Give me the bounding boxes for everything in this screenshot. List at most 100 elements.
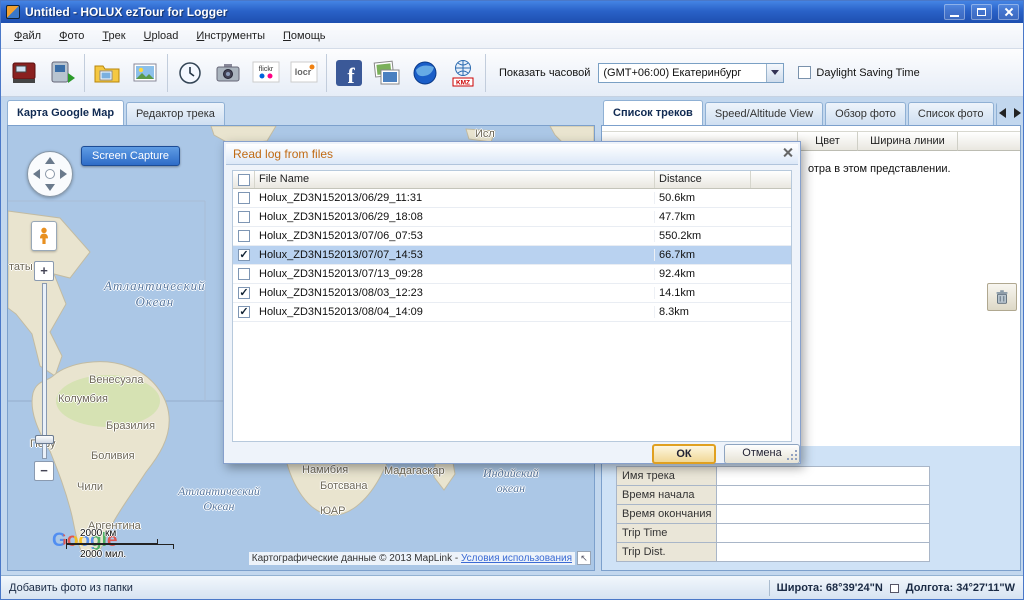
column-header-filler (751, 171, 791, 188)
cancel-button[interactable]: Отмена (724, 444, 800, 464)
info-value (717, 543, 929, 561)
minimize-button[interactable] (944, 4, 965, 20)
locr-icon[interactable]: locr (285, 52, 323, 94)
zoom-slider-handle[interactable] (35, 435, 54, 444)
map-label: Боливия (91, 450, 135, 462)
file-checkbox[interactable]: ✓ (238, 287, 250, 299)
chevron-down-icon (771, 70, 780, 75)
shortcut-arrow-icon[interactable]: ↖ (577, 551, 591, 565)
select-all-checkbox[interactable] (233, 171, 255, 188)
google-earth-icon[interactable] (406, 52, 444, 94)
tab-track-list[interactable]: Список треков (603, 100, 703, 125)
log-file-row-selected[interactable]: ✓ Holux_ZD3N152013/07/07_14:53 66.7km (233, 246, 791, 265)
log-file-row[interactable]: ✓ Holux_ZD3N152013/08/04_14:09 8.3km (233, 303, 791, 322)
map-label: Мадагаскар (384, 465, 445, 477)
attribution-text: Картографические данные © 2013 MapLink -… (248, 551, 575, 565)
street-view-pegman-button[interactable] (31, 221, 57, 251)
dst-checkbox[interactable] (798, 66, 812, 79)
application-window: Untitled - HOLUX ezTour for Logger Файл … (0, 0, 1024, 600)
coordinate-separator-box (889, 583, 899, 593)
menu-upload[interactable]: Upload (135, 26, 188, 46)
menu-track[interactable]: Трек (93, 26, 134, 46)
log-file-row[interactable]: Holux_ZD3N152013/07/13_09:28 92.4km (233, 265, 791, 284)
zoom-in-button[interactable]: + (34, 261, 54, 281)
tab-scroll-arrows (997, 104, 1023, 122)
tab-google-map[interactable]: Карта Google Map (7, 100, 125, 125)
timezone-select[interactable]: (GMT+06:00) Екатеринбург (598, 62, 785, 83)
pan-right-icon[interactable] (60, 169, 67, 179)
zoom-out-button[interactable]: − (34, 461, 54, 481)
file-checkbox[interactable]: ✓ (238, 306, 250, 318)
clock-icon[interactable] (171, 52, 209, 94)
file-checkbox[interactable]: ✓ (238, 249, 250, 261)
facebook-icon[interactable]: f (330, 52, 368, 94)
log-file-row[interactable]: Holux_ZD3N152013/06/29_18:08 47.7km (233, 208, 791, 227)
file-checkbox[interactable] (238, 268, 250, 280)
import-from-device-icon[interactable] (43, 52, 81, 94)
menu-photo[interactable]: Фото (50, 26, 93, 46)
ok-button[interactable]: ОК (652, 444, 716, 464)
toolbar-separator (485, 53, 486, 92)
column-header-distance[interactable]: Distance (655, 171, 751, 188)
pan-center-icon[interactable] (45, 169, 55, 179)
file-checkbox[interactable] (238, 211, 250, 223)
map-label: Индийский океан (483, 466, 539, 495)
log-file-row[interactable]: Holux_ZD3N152013/06/29_11:31 50.6km (233, 189, 791, 208)
dialog-titlebar[interactable]: Read log from files (226, 144, 798, 165)
delete-track-button[interactable] (987, 283, 1017, 311)
log-list-header: File Name Distance (233, 171, 791, 189)
photo-viewer-icon[interactable] (368, 52, 406, 94)
file-name: Holux_ZD3N152013/08/04_14:09 (255, 306, 655, 318)
longitude-value: Долгота: 34°27'11"W (905, 582, 1015, 594)
file-distance: 47.7km (659, 211, 696, 223)
pan-down-icon[interactable] (45, 184, 55, 191)
pan-up-icon[interactable] (45, 157, 55, 164)
file-checkbox[interactable] (238, 192, 250, 204)
flickr-icon[interactable]: flickr (247, 52, 285, 94)
map-label: Колумбия (58, 393, 108, 405)
dialog-resize-grip[interactable] (795, 458, 797, 460)
toolbar: flickr locr f KMZ Показать часовой (GMT+… (1, 49, 1023, 97)
tab-track-editor[interactable]: Редактор трека (126, 102, 225, 125)
open-file-icon[interactable] (88, 52, 126, 94)
tab-scroll-left-icon[interactable] (999, 108, 1006, 118)
pan-left-icon[interactable] (33, 169, 40, 179)
info-value (717, 486, 929, 504)
right-tabstrip: Список треков Speed/Altitude View Обзор … (603, 100, 997, 125)
minimize-icon (950, 14, 959, 17)
maximize-button[interactable] (971, 4, 992, 20)
map-attribution: Картографические данные © 2013 MapLink -… (248, 551, 591, 565)
tab-scroll-right-icon[interactable] (1014, 108, 1021, 118)
window-titlebar[interactable]: Untitled - HOLUX ezTour for Logger (1, 1, 1023, 23)
menu-file[interactable]: Файл (5, 26, 50, 46)
menu-help[interactable]: Помощь (274, 26, 335, 46)
camera-icon[interactable] (209, 52, 247, 94)
add-photo-icon[interactable] (126, 52, 164, 94)
close-button[interactable] (998, 4, 1019, 20)
map-pan-control[interactable] (27, 151, 73, 197)
info-row: Время начала (617, 486, 929, 505)
file-checkbox[interactable] (238, 230, 250, 242)
info-label: Trip Dist. (617, 543, 717, 561)
read-log-device-icon[interactable] (5, 52, 43, 94)
info-row: Имя трека (617, 467, 929, 486)
timezone-dropdown-button[interactable] (766, 63, 784, 82)
tab-speed-altitude[interactable]: Speed/Altitude View (704, 102, 824, 125)
screen-capture-button[interactable]: Screen Capture (81, 146, 181, 166)
file-distance: 8.3km (659, 306, 689, 318)
column-header-file-name[interactable]: File Name (255, 171, 655, 188)
dialog-close-icon[interactable] (780, 145, 795, 160)
zoom-slider-track[interactable] (42, 283, 47, 459)
tab-photo-list[interactable]: Список фото (907, 102, 994, 125)
info-label: Время окончания (617, 505, 717, 523)
info-label: Trip Time (617, 524, 717, 542)
column-header-color[interactable]: Цвет (798, 131, 858, 151)
terms-of-use-link[interactable]: Условия использования (461, 553, 572, 564)
menu-tools[interactable]: Инструменты (187, 26, 274, 46)
log-file-row[interactable]: ✓ Holux_ZD3N152013/08/03_12:23 14.1km (233, 284, 791, 303)
toolbar-separator (84, 53, 85, 92)
export-kmz-icon[interactable]: KMZ (444, 52, 482, 94)
log-file-row[interactable]: Holux_ZD3N152013/07/06_07:53 550.2km (233, 227, 791, 246)
column-header-line-width[interactable]: Ширина линии (858, 131, 958, 151)
tab-photo-overview[interactable]: Обзор фото (825, 102, 906, 125)
